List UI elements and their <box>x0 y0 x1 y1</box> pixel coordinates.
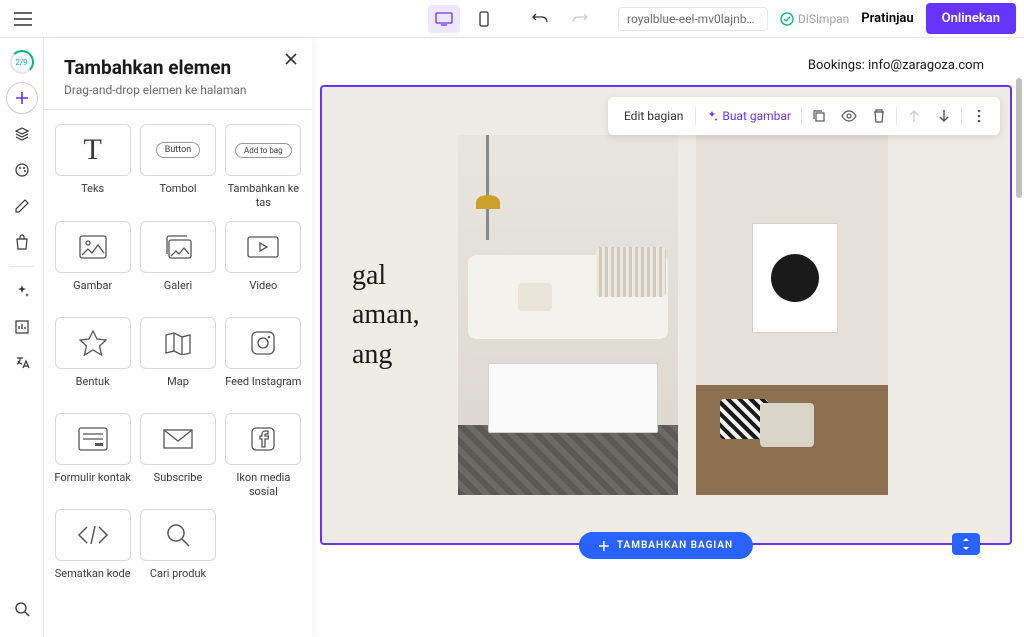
element-label: Sematkan kode <box>55 567 131 595</box>
search-rail-button[interactable] <box>6 593 38 625</box>
element-label: Subscribe <box>154 471 203 499</box>
video-icon <box>225 221 301 273</box>
element-card-search[interactable]: Cari produk <box>139 509 216 595</box>
star-icon <box>55 317 131 369</box>
element-label: Gambar <box>73 279 112 307</box>
map-icon <box>140 317 216 369</box>
button-icon: Button <box>140 124 216 176</box>
edit-rail-button[interactable] <box>6 190 38 222</box>
element-label: Map <box>167 375 189 403</box>
section-more-button[interactable] <box>966 103 992 129</box>
theme-rail-button[interactable] <box>6 154 38 186</box>
form-icon <box>55 413 131 465</box>
add-section-button[interactable]: TAMBAHKAN BAGIAN <box>579 532 753 559</box>
progress-indicator[interactable]: 2/9 <box>6 46 38 78</box>
save-status: DiSimpan <box>780 12 849 26</box>
plus-icon <box>599 541 609 551</box>
hero-image-1[interactable] <box>458 135 678 495</box>
image-icon <box>55 221 131 273</box>
site-url-display[interactable]: royalblue-eel-mv0lajnb3vfojr... <box>618 7 768 31</box>
section-toolbar: Edit bagian Buat gambar <box>608 97 1000 135</box>
add-element-rail-button[interactable] <box>6 82 38 114</box>
facebook-icon <box>225 413 301 465</box>
element-card-addtobag[interactable]: Add to bag Tambahkan ke tas <box>225 124 302 211</box>
edit-section-button[interactable]: Edit bagian <box>616 109 691 123</box>
redo-button[interactable] <box>564 5 596 33</box>
scrollbar[interactable] <box>1016 78 1022 198</box>
element-label: Teks <box>81 182 104 210</box>
gallery-icon <box>140 221 216 273</box>
element-card-form[interactable]: Formulir kontak <box>54 413 131 500</box>
element-card-facebook[interactable]: Ikon media sosial <box>225 413 302 500</box>
undo-button[interactable] <box>524 5 556 33</box>
hero-image-2[interactable] <box>696 135 888 495</box>
element-label: Video <box>249 279 277 307</box>
element-label: Bentuk <box>76 375 110 403</box>
element-card-mail[interactable]: Subscribe <box>139 413 216 500</box>
visibility-toggle-button[interactable] <box>836 103 862 129</box>
element-label: Tambahkan ke tas <box>225 182 302 211</box>
check-circle-icon <box>780 12 794 26</box>
code-icon <box>55 509 131 561</box>
mail-icon <box>140 413 216 465</box>
delete-section-button[interactable] <box>866 103 892 129</box>
element-label: Tombol <box>159 182 196 210</box>
left-rail: 2/9 <box>0 38 44 637</box>
element-label: Cari produk <box>150 567 206 595</box>
publish-button[interactable]: Onlinekan <box>926 3 1016 34</box>
instagram-icon <box>225 317 301 369</box>
element-card-code[interactable]: Sematkan kode <box>54 509 131 595</box>
element-card-button[interactable]: Button Tombol <box>139 124 216 211</box>
element-label: Feed Instagram <box>225 375 301 403</box>
sparkle-icon <box>706 110 718 122</box>
duplicate-section-button[interactable] <box>806 103 832 129</box>
element-card-star[interactable]: Bentuk <box>54 317 131 403</box>
panel-subtitle: Drag-and-drop elemen ke halaman <box>64 83 292 97</box>
panel-title: Tambahkan elemen <box>64 56 292 79</box>
device-switcher <box>428 5 596 33</box>
ai-generate-image-button[interactable]: Buat gambar <box>700 109 797 123</box>
panel-close-button[interactable] <box>284 52 298 66</box>
preview-button[interactable]: Pratinjau <box>861 11 913 26</box>
text-icon: T <box>55 124 131 176</box>
selected-section[interactable]: Edit bagian Buat gambar <box>320 85 1012 545</box>
element-card-gallery[interactable]: Galeri <box>139 221 216 307</box>
hamburger-menu-icon[interactable] <box>8 6 38 32</box>
layers-rail-button[interactable] <box>6 118 38 150</box>
element-label: Formulir kontak <box>54 471 131 499</box>
hero-headline[interactable]: gal aman, ang <box>352 256 440 374</box>
move-section-down-button[interactable] <box>931 103 957 129</box>
desktop-device-button[interactable] <box>428 5 460 33</box>
topbar: royalblue-eel-mv0lajnb3vfojr... DiSimpan… <box>0 0 1024 38</box>
store-rail-button[interactable] <box>6 226 38 258</box>
element-card-image[interactable]: Gambar <box>54 221 131 307</box>
addtobag-icon: Add to bag <box>225 124 301 176</box>
add-element-panel: Tambahkan elemen Drag-and-drop elemen ke… <box>44 38 312 637</box>
element-card-instagram[interactable]: Feed Instagram <box>225 317 302 403</box>
search-icon <box>140 509 216 561</box>
element-label: Ikon media sosial <box>225 471 302 500</box>
mobile-device-button[interactable] <box>468 5 500 33</box>
element-card-map[interactable]: Map <box>139 317 216 403</box>
element-card-video[interactable]: Video <box>225 221 302 307</box>
element-card-text[interactable]: T Teks <box>54 124 131 211</box>
language-rail-button[interactable] <box>6 347 38 379</box>
close-icon <box>284 52 298 66</box>
section-drag-handle[interactable] <box>952 533 980 555</box>
element-label: Galeri <box>164 279 192 307</box>
ai-rail-button[interactable] <box>6 275 38 307</box>
move-section-up-button[interactable] <box>901 103 927 129</box>
analytics-rail-button[interactable] <box>6 311 38 343</box>
